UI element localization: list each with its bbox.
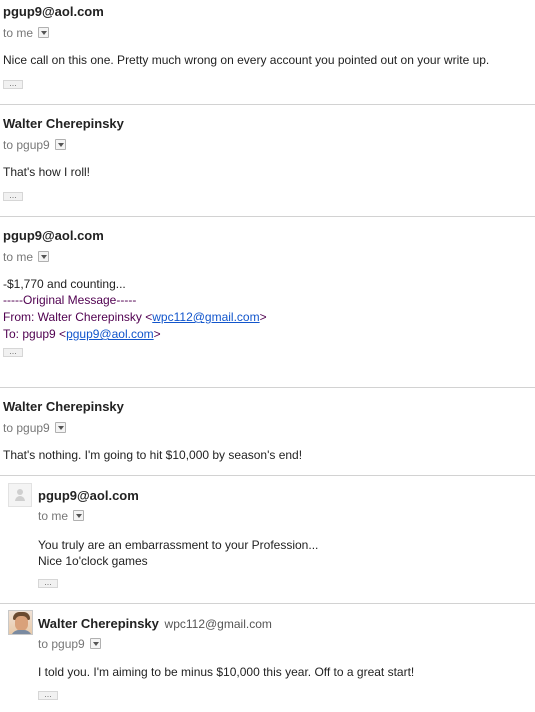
recipient-line: to me (3, 250, 50, 264)
avatar (8, 610, 33, 635)
sender-name[interactable]: pgup9@aol.com (3, 228, 104, 243)
show-trimmed-content-button[interactable]: ... (38, 691, 58, 700)
message-body: Nice call on this one. Pretty much wrong… (3, 53, 490, 67)
recipient-line: to pgup9 (3, 138, 66, 152)
recipient-line: to pgup9 (38, 637, 101, 651)
original-to-line: To: pgup9 <pgup9@aol.com> (3, 326, 161, 342)
original-from-email-link[interactable]: wpc112@gmail.com (152, 310, 259, 324)
recipient-label: to me (3, 250, 34, 264)
original-to-email-link[interactable]: pgup9@aol.com (66, 327, 154, 341)
message-divider (0, 216, 535, 217)
message-body-line-1: You truly are an embarrassment to your P… (38, 538, 319, 552)
recipient-line: to me (3, 26, 50, 40)
chevron-down-icon[interactable] (38, 27, 50, 38)
recipient-label: to me (3, 26, 34, 40)
message-body: That's nothing. I'm going to hit $10,000… (3, 448, 303, 462)
message-divider (0, 475, 535, 476)
recipient-label: to pgup9 (38, 637, 85, 651)
original-from-line: From: Walter Cherepinsky <wpc112@gmail.c… (3, 309, 267, 325)
sender-name[interactable]: Walter Cherepinsky wpc112@gmail.com (38, 616, 272, 631)
recipient-label: to me (38, 509, 69, 523)
chevron-down-icon[interactable] (89, 638, 101, 649)
recipient-line: to me (38, 509, 85, 523)
message-divider (0, 603, 535, 604)
chevron-down-icon[interactable] (54, 139, 66, 150)
sender-email: wpc112@gmail.com (164, 617, 272, 631)
original-to-label: To: pgup9 < (3, 327, 67, 341)
original-from-suffix: > (259, 310, 267, 324)
show-trimmed-content-button[interactable]: ... (3, 348, 23, 357)
show-trimmed-content-button[interactable]: ... (38, 579, 58, 588)
message-divider (0, 104, 535, 105)
message-body-line-2: Nice 1o'clock games (38, 554, 148, 568)
original-to-suffix: > (153, 327, 161, 341)
recipient-line: to pgup9 (3, 421, 66, 435)
message-body: That's how I roll! (3, 165, 90, 179)
original-message-header: -----Original Message----- (3, 293, 137, 307)
sender-name[interactable]: Walter Cherepinsky (3, 399, 124, 414)
recipient-label: to pgup9 (3, 138, 50, 152)
message-divider (0, 387, 535, 388)
sender-name[interactable]: pgup9@aol.com (38, 488, 139, 503)
sender-display-name: Walter Cherepinsky (38, 616, 159, 631)
original-from-label: From: Walter Cherepinsky < (3, 310, 153, 324)
recipient-label: to pgup9 (3, 421, 50, 435)
message-body: I told you. I'm aiming to be minus $10,0… (38, 665, 415, 679)
chevron-down-icon[interactable] (73, 510, 85, 521)
sender-name[interactable]: pgup9@aol.com (3, 4, 104, 19)
sender-name[interactable]: Walter Cherepinsky (3, 116, 124, 131)
message-body: -$1,770 and counting... (3, 277, 126, 291)
chevron-down-icon[interactable] (38, 251, 50, 262)
chevron-down-icon[interactable] (54, 422, 66, 433)
show-trimmed-content-button[interactable]: ... (3, 192, 23, 201)
show-trimmed-content-button[interactable]: ... (3, 80, 23, 89)
person-icon (8, 483, 32, 507)
